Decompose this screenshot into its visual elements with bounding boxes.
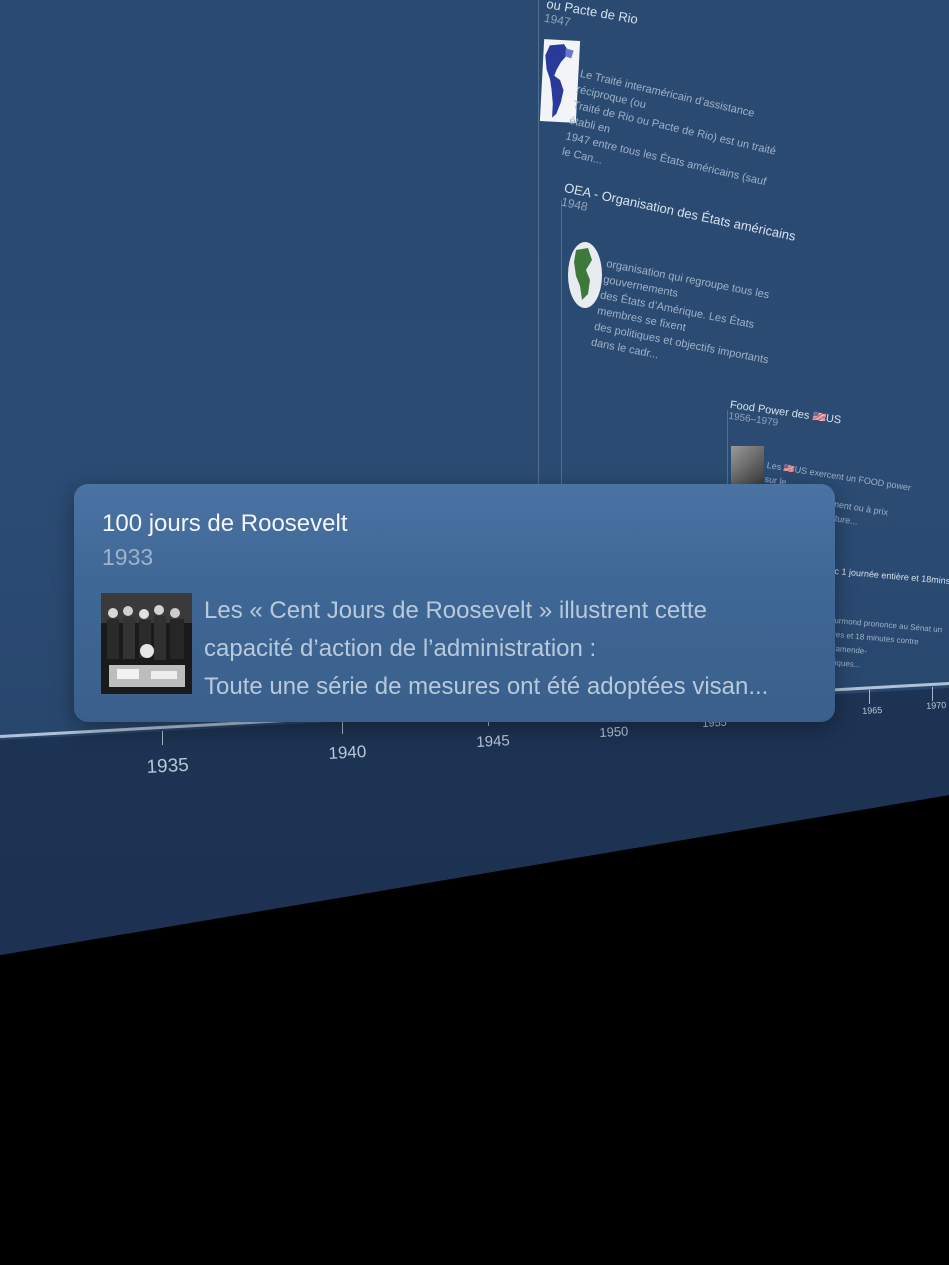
event-description: urmond prononce au Sénat un res et 18 mi…	[830, 614, 944, 679]
event-connector-line	[561, 200, 562, 490]
event-detail-card[interactable]: 100 jours de Roosevelt 1933 Les « Cent J…	[74, 484, 835, 722]
axis-tick-label: 1945	[476, 732, 511, 751]
globe-icon	[566, 240, 604, 310]
desc-line: Les « Cent Jours de Roosevelt » illustre…	[204, 597, 707, 624]
roosevelt-signing-photo-icon[interactable]	[101, 593, 192, 694]
timeline-viewport[interactable]: ou Pacte de Rio 1947 Le Traité interamér…	[0, 0, 949, 1265]
axis-tick-label: 1965	[862, 704, 883, 716]
event-connector-line	[538, 0, 539, 490]
desc-line: capacité d’action de l’administration :	[204, 635, 597, 662]
event-title: 100 jours de Roosevelt	[102, 510, 348, 537]
axis-tick-label: 1950	[599, 723, 629, 740]
event-connector-line	[727, 410, 728, 490]
photo-icon	[731, 446, 764, 484]
event-year: 1933	[102, 544, 154, 570]
axis-tick-label: 1970	[926, 699, 947, 711]
axis-tick-label: 1935	[146, 754, 190, 778]
axis-tick	[932, 687, 933, 701]
desc-line: Toute une série de mesures ont été adopt…	[204, 673, 769, 700]
axis-tick	[869, 690, 870, 704]
event-description: Les « Cent Jours de Roosevelt » illustre…	[204, 592, 824, 706]
axis-tick	[162, 731, 163, 745]
axis-tick	[342, 720, 343, 734]
axis-tick-label: 1940	[328, 742, 367, 763]
